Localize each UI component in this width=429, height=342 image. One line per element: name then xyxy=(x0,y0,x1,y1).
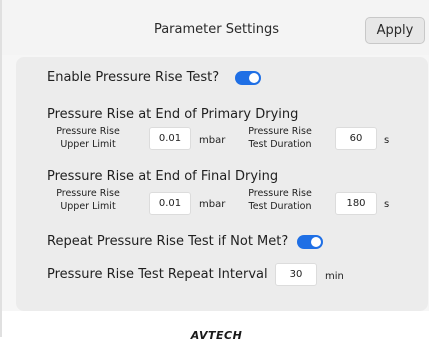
settings-window: Parameter Settings Apply Enable Pressure… xyxy=(0,0,429,342)
header-bar: Parameter Settings Apply xyxy=(2,0,429,55)
primary-upper-limit-input[interactable]: 0.01 xyxy=(149,127,191,150)
final-upper-limit-input[interactable]: 0.01 xyxy=(149,192,191,215)
final-drying-heading: Pressure Rise at End of Final Drying xyxy=(47,169,279,184)
repeat-test-label: Repeat Pressure Rise Test if Not Met? xyxy=(47,234,289,249)
final-upper-limit-label-line2: Upper Limit xyxy=(60,201,116,212)
brand-logo: AVTECH xyxy=(190,329,243,342)
primary-upper-limit-label: Pressure Rise Upper Limit xyxy=(54,125,122,151)
final-upper-limit-label-line1: Pressure Rise xyxy=(56,188,120,199)
final-duration-input[interactable]: 180 xyxy=(335,192,377,215)
primary-drying-heading: Pressure Rise at End of Primary Drying xyxy=(47,107,299,122)
toggle-knob xyxy=(311,237,321,247)
final-duration-label-line1: Pressure Rise xyxy=(248,188,312,199)
enable-pressure-rise-toggle[interactable] xyxy=(235,71,261,85)
final-upper-limit-label: Pressure Rise Upper Limit xyxy=(54,187,122,213)
primary-upper-limit-label-line2: Upper Limit xyxy=(60,139,116,150)
primary-duration-unit: s xyxy=(384,135,390,146)
final-upper-limit-unit: mbar xyxy=(199,199,226,210)
final-duration-label-line2: Test Duration xyxy=(248,201,312,212)
apply-button[interactable]: Apply xyxy=(365,17,425,44)
primary-duration-label-line2: Test Duration xyxy=(248,139,312,150)
final-duration-unit: s xyxy=(384,199,390,210)
primary-duration-input[interactable]: 60 xyxy=(335,127,377,150)
repeat-test-toggle[interactable] xyxy=(297,235,323,249)
repeat-interval-unit: min xyxy=(325,271,344,282)
primary-duration-label-line1: Pressure Rise xyxy=(248,126,312,137)
enable-pressure-rise-label: Enable Pressure Rise Test? xyxy=(47,70,220,85)
final-duration-label: Pressure Rise Test Duration xyxy=(242,187,318,213)
footer: AVTECH xyxy=(2,311,429,342)
primary-duration-label: Pressure Rise Test Duration xyxy=(242,125,318,151)
settings-panel: Enable Pressure Rise Test? Pressure Rise… xyxy=(16,57,428,311)
primary-upper-limit-label-line1: Pressure Rise xyxy=(56,126,120,137)
toggle-knob xyxy=(249,73,259,83)
repeat-interval-label: Pressure Rise Test Repeat Interval xyxy=(47,267,268,282)
repeat-interval-input[interactable]: 30 xyxy=(275,263,317,286)
primary-upper-limit-unit: mbar xyxy=(199,135,226,146)
